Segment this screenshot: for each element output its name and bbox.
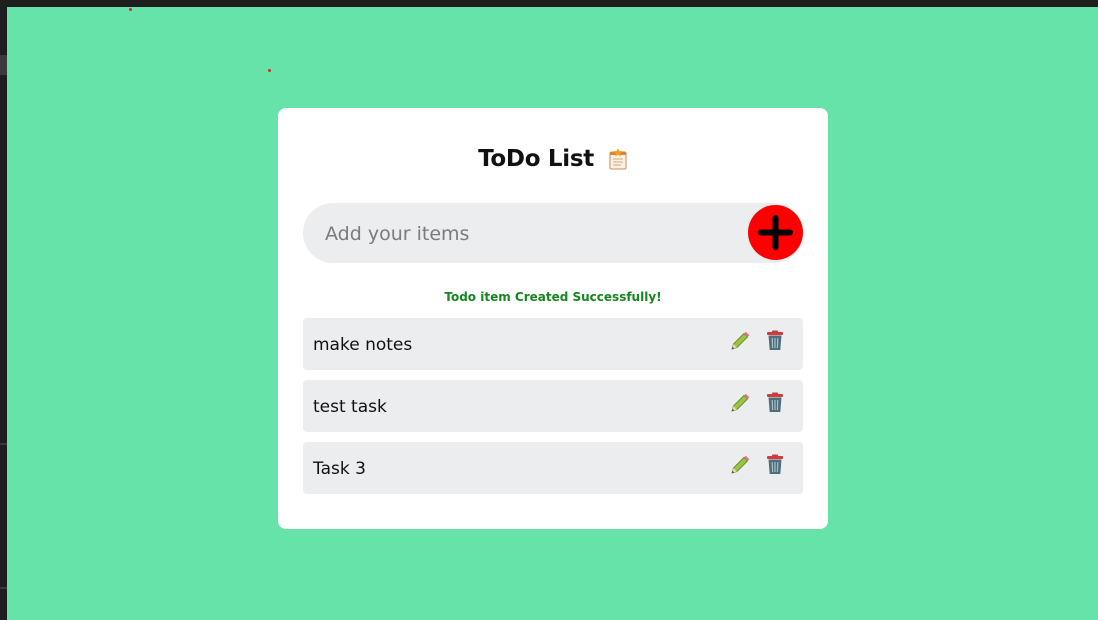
plus-icon (758, 215, 793, 250)
page-background: ToDo List Todo item (7, 7, 1098, 620)
notepad-icon (608, 148, 628, 170)
add-item-bar (303, 203, 803, 265)
status-message: Todo item Created Successfully! (444, 290, 662, 304)
trash-icon[interactable] (765, 454, 785, 476)
todo-item: make notes (303, 318, 803, 370)
add-item-button[interactable] (748, 205, 803, 260)
page-title: ToDo List (478, 146, 594, 172)
background-dot (129, 8, 132, 11)
left-window-edge (0, 7, 7, 620)
pencil-icon[interactable] (729, 392, 751, 414)
trash-icon[interactable] (765, 330, 785, 352)
pencil-icon[interactable] (729, 330, 751, 352)
todo-item-text: make notes (313, 335, 413, 355)
todo-list: make notes test task Task 3 (303, 318, 803, 504)
todo-card: ToDo List Todo item (278, 108, 828, 529)
add-item-input[interactable] (323, 203, 747, 265)
todo-item-text: test task (313, 397, 387, 417)
todo-item-text: Task 3 (313, 459, 366, 479)
left-edge-divider (0, 443, 7, 445)
trash-icon[interactable] (765, 392, 785, 414)
todo-item: Task 3 (303, 442, 803, 494)
title-row: ToDo List (278, 144, 828, 174)
left-edge-divider (0, 587, 7, 589)
left-edge-marker (0, 55, 7, 75)
pencil-icon[interactable] (729, 454, 751, 476)
top-window-bar (0, 0, 1098, 7)
todo-item: test task (303, 380, 803, 432)
background-dot (268, 69, 271, 72)
